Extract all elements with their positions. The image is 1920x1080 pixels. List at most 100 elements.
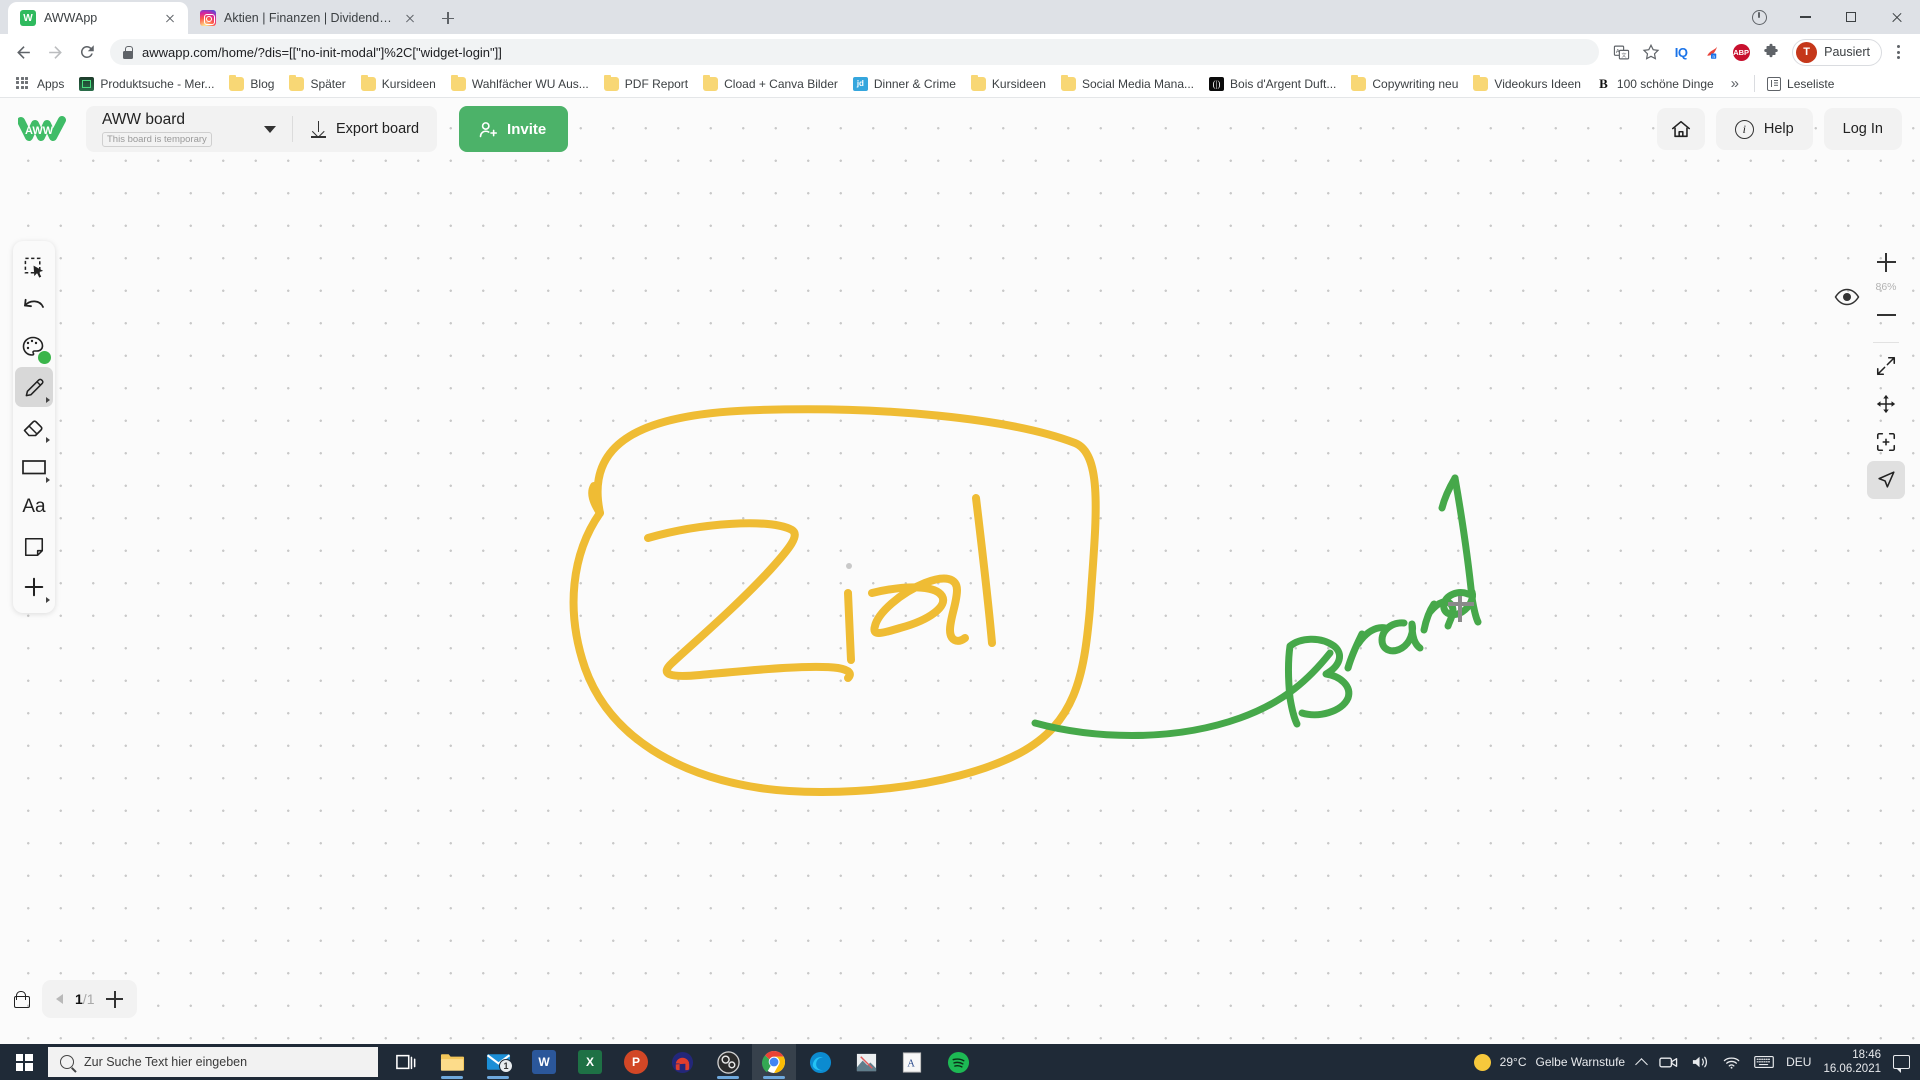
bookmark-videokurs[interactable]: Videokurs Ideen [1466,74,1588,94]
pen-tool[interactable] [15,367,53,407]
weather-widget[interactable]: 29°C Gelbe Warnstufe [1473,1053,1625,1071]
tab-awwapp[interactable]: W AWWApp [8,2,188,34]
bookmark-copywriting[interactable]: Copywriting neu [1344,74,1465,94]
laser-pointer-button[interactable] [1867,460,1905,499]
profile-chip[interactable]: T Pausiert [1792,38,1882,66]
bookmark-spaeter[interactable]: Später [282,74,352,94]
task-view-button[interactable] [384,1044,428,1080]
iq-extension-icon[interactable]: IQ [1667,38,1695,66]
help-button[interactable]: i Help [1715,108,1813,150]
translate-icon[interactable]: A文 [1607,38,1635,66]
undo-tool[interactable] [15,287,53,327]
language-indicator[interactable]: DEU [1786,1055,1811,1069]
close-icon[interactable] [402,10,418,26]
zoom-out-button[interactable] [1867,296,1905,334]
edge-button[interactable] [798,1044,842,1080]
invite-button[interactable]: Invite [459,106,569,152]
color-tool[interactable] [15,327,53,367]
volume-icon[interactable] [1690,1052,1710,1072]
audio-app-button[interactable] [660,1044,704,1080]
clock[interactable]: 18:46 16.06.2021 [1823,1048,1881,1077]
bookmark-cload-canva[interactable]: Cload + Canva Bilder [696,74,845,94]
bookmark-apps[interactable]: Apps [9,74,71,94]
bookmark-bois-dargent[interactable]: (|) Bois d'Argent Duft... [1202,74,1343,94]
current-color-swatch[interactable] [38,351,51,364]
whiteboard-canvas[interactable] [0,98,1920,1044]
taskbar-search-input[interactable]: Zur Suche Text hier eingeben [48,1047,378,1077]
zoom-in-button[interactable] [1867,243,1905,281]
back-icon[interactable] [8,37,38,67]
bookmark-blog[interactable]: Blog [222,74,281,94]
sticky-note-tool[interactable] [15,527,53,567]
fit-screen-button[interactable] [1867,347,1905,385]
board-name-button[interactable]: AWW board This board is temporary [86,111,264,147]
photos-button[interactable] [844,1044,888,1080]
excel-button[interactable]: X [568,1044,612,1080]
extensions-puzzle-icon[interactable] [1757,38,1785,66]
profile-status-label: Pausiert [1824,45,1870,59]
select-tool[interactable] [15,247,53,287]
bookmark-kursideen-1[interactable]: Kursideen [354,74,443,94]
bookmarks-overflow-button[interactable]: » [1722,75,1748,92]
close-window-button[interactable] [1874,1,1920,33]
bookmark-wahlfaecher[interactable]: Wahlfächer WU Aus... [444,74,596,94]
obs-button[interactable] [706,1044,750,1080]
bookmark-dinner-crime[interactable]: jd Dinner & Crime [846,74,963,94]
bookmark-100-schoene-dinge[interactable]: B 100 schöne Dinge [1589,74,1721,94]
start-button[interactable] [0,1044,48,1080]
eraser-tool[interactable] [15,407,53,447]
extensions-window-icon[interactable] [1736,1,1782,33]
notification-center-icon[interactable] [1893,1055,1910,1073]
new-tab-button[interactable] [434,4,462,32]
shape-tool[interactable] [15,447,53,487]
bookmark-label: Blog [250,76,275,91]
focus-frame-button[interactable] [1867,423,1905,461]
export-board-button[interactable]: Export board [293,106,437,152]
tab-instagram[interactable]: Aktien | Finanzen | Dividende (@ [188,2,428,34]
bookmark-pdf-report[interactable]: PDF Report [597,74,695,94]
aww-logo[interactable]: AWW [18,114,66,144]
forward-icon[interactable] [40,37,70,67]
show-hidden-icons-button[interactable] [1635,1057,1648,1071]
minimize-button[interactable] [1782,1,1828,33]
wifi-icon[interactable] [1722,1052,1742,1072]
adblock-plus-icon[interactable]: ABP [1727,38,1755,66]
keyboard-icon[interactable] [1754,1052,1774,1072]
reading-list-button[interactable]: Leseliste [1761,74,1840,94]
chevron-right-icon[interactable] [46,437,50,443]
login-button[interactable]: Log In [1823,108,1902,150]
zoom-level-label: 86% [1875,281,1897,293]
text-tool[interactable]: Aa [15,487,53,527]
notes-app-button[interactable]: A [890,1044,934,1080]
spotify-button[interactable] [936,1044,980,1080]
chevron-right-icon[interactable] [46,477,50,483]
powerpoint-button[interactable]: P [614,1044,658,1080]
bookmark-star-icon[interactable] [1637,38,1665,66]
bookmark-produktsuche[interactable]: Produktsuche - Mer... [72,74,221,94]
file-explorer-button[interactable] [430,1044,474,1080]
reload-icon[interactable] [72,37,102,67]
add-page-icon[interactable] [106,990,124,1008]
visibility-toggle[interactable] [1834,288,1860,314]
chevron-right-icon[interactable] [46,597,50,603]
pan-button[interactable] [1867,385,1905,423]
chrome-button[interactable] [752,1044,796,1080]
address-bar[interactable]: awwapp.com/home/?dis=[["no-init-modal"]%… [110,39,1600,65]
chevron-down-icon[interactable] [264,125,276,133]
reading-list-label: Leseliste [1787,76,1835,91]
close-icon[interactable] [162,10,178,26]
add-tool[interactable] [15,567,53,607]
window-controls [1736,0,1920,34]
meet-now-icon[interactable] [1658,1052,1678,1072]
word-button[interactable]: W [522,1044,566,1080]
home-button[interactable] [1656,108,1705,150]
chevron-right-icon[interactable] [46,397,50,403]
prev-page-icon[interactable] [56,994,63,1004]
chrome-menu-icon[interactable] [1884,38,1912,66]
bookmark-social-media[interactable]: Social Media Mana... [1054,74,1201,94]
bird-extension-icon[interactable]: n [1697,38,1725,66]
maximize-button[interactable] [1828,1,1874,33]
lock-icon[interactable] [13,990,30,1008]
bookmark-kursideen-2[interactable]: Kursideen [964,74,1053,94]
mail-button[interactable]: 1 [476,1044,520,1080]
